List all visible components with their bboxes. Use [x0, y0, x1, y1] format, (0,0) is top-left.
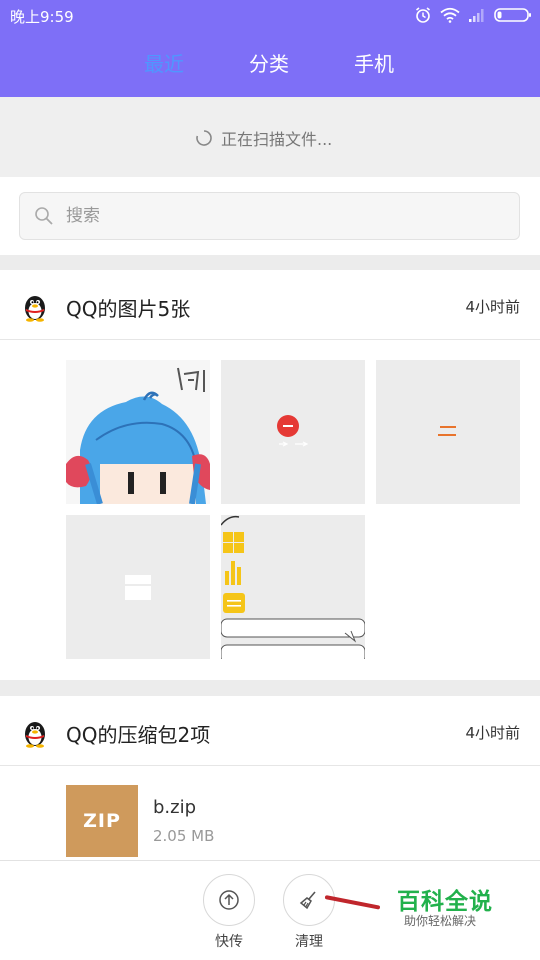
thumbnail-graphic: [125, 575, 151, 600]
image-thumbnail[interactable]: [376, 360, 520, 504]
image-thumbnail[interactable]: [221, 360, 365, 504]
alarm-icon: [416, 7, 430, 23]
image-thumbnail-anime[interactable]: [66, 360, 210, 504]
quick-transfer-button[interactable]: [203, 874, 255, 926]
header: 晚上9:59 最近 分类 手机: [0, 0, 540, 97]
clean-label: 清理: [295, 934, 323, 950]
quick-transfer-label: 快传: [215, 934, 243, 950]
file-name: b.zip: [153, 797, 197, 818]
status-time: 晚上9:59: [10, 8, 74, 26]
thumbnail-graphic: [277, 415, 309, 447]
zip-file-icon: ZIP: [66, 785, 138, 857]
file-list-item[interactable]: ZIP b.zip 2.05 MB: [0, 766, 540, 860]
thumbnail-graphic: [221, 515, 365, 659]
watermark-title: 百科全说: [397, 889, 493, 915]
section-title: QQ的图片5张: [66, 297, 191, 321]
signal-icon: [469, 8, 484, 22]
clean-button[interactable]: [283, 874, 335, 926]
battery-icon: [494, 8, 531, 22]
scan-status-bar: 正在扫描文件...: [0, 97, 540, 177]
scan-status: 正在扫描文件...: [195, 126, 332, 150]
image-thumbnail[interactable]: [221, 515, 365, 659]
section-divider: [0, 680, 540, 696]
status-icons: [414, 5, 532, 25]
section-time: 4小时前: [465, 724, 520, 742]
broom-icon: [299, 891, 316, 910]
tab-recent[interactable]: 最近: [144, 48, 184, 77]
search-area: [0, 177, 540, 255]
wifi-icon: [440, 7, 460, 23]
section-header-images[interactable]: QQ的图片5张 4小时前: [0, 270, 540, 340]
scan-text: 正在扫描文件...: [221, 130, 333, 149]
section-title: QQ的压缩包2项: [66, 723, 211, 747]
search-input[interactable]: [66, 193, 486, 239]
status-bar: 晚上9:59: [0, 0, 540, 30]
qq-penguin-icon: [25, 296, 45, 322]
tab-category[interactable]: 分类: [249, 48, 289, 77]
qq-penguin-icon: [25, 722, 45, 748]
watermark-logo: 百科全说 助你轻松解决: [382, 878, 502, 938]
anime-character-image: [66, 360, 210, 504]
zip-icon-label: ZIP: [83, 810, 121, 832]
section-divider: [0, 255, 540, 270]
thumbnail-graphic: [438, 426, 456, 436]
tab-phone[interactable]: 手机: [354, 48, 394, 77]
section-time: 4小时前: [465, 298, 520, 316]
image-thumbnail[interactable]: [66, 515, 210, 659]
upload-icon: [219, 890, 239, 910]
search-icon: [35, 207, 53, 225]
search-box[interactable]: [19, 192, 520, 240]
file-size: 2.05 MB: [153, 827, 215, 845]
loading-spinner-icon: [196, 130, 212, 146]
tab-bar: 最近 分类 手机: [0, 48, 540, 84]
section-header-archives[interactable]: QQ的压缩包2项 4小时前: [0, 696, 540, 766]
watermark-subtitle: 助你轻松解决: [404, 914, 477, 928]
